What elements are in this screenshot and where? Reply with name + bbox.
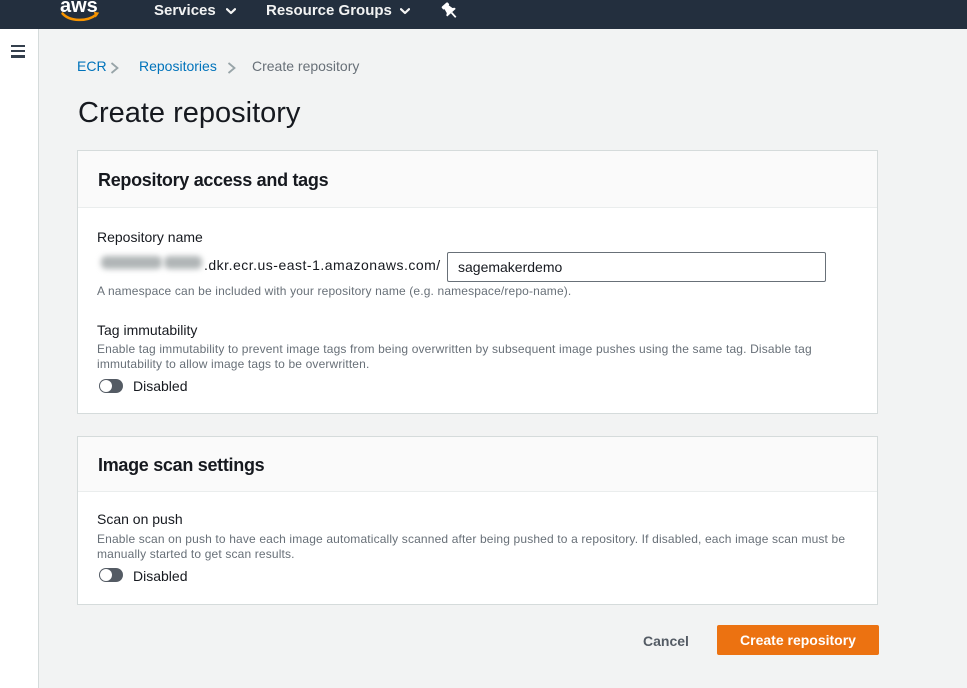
svg-text:aws: aws <box>60 0 98 17</box>
